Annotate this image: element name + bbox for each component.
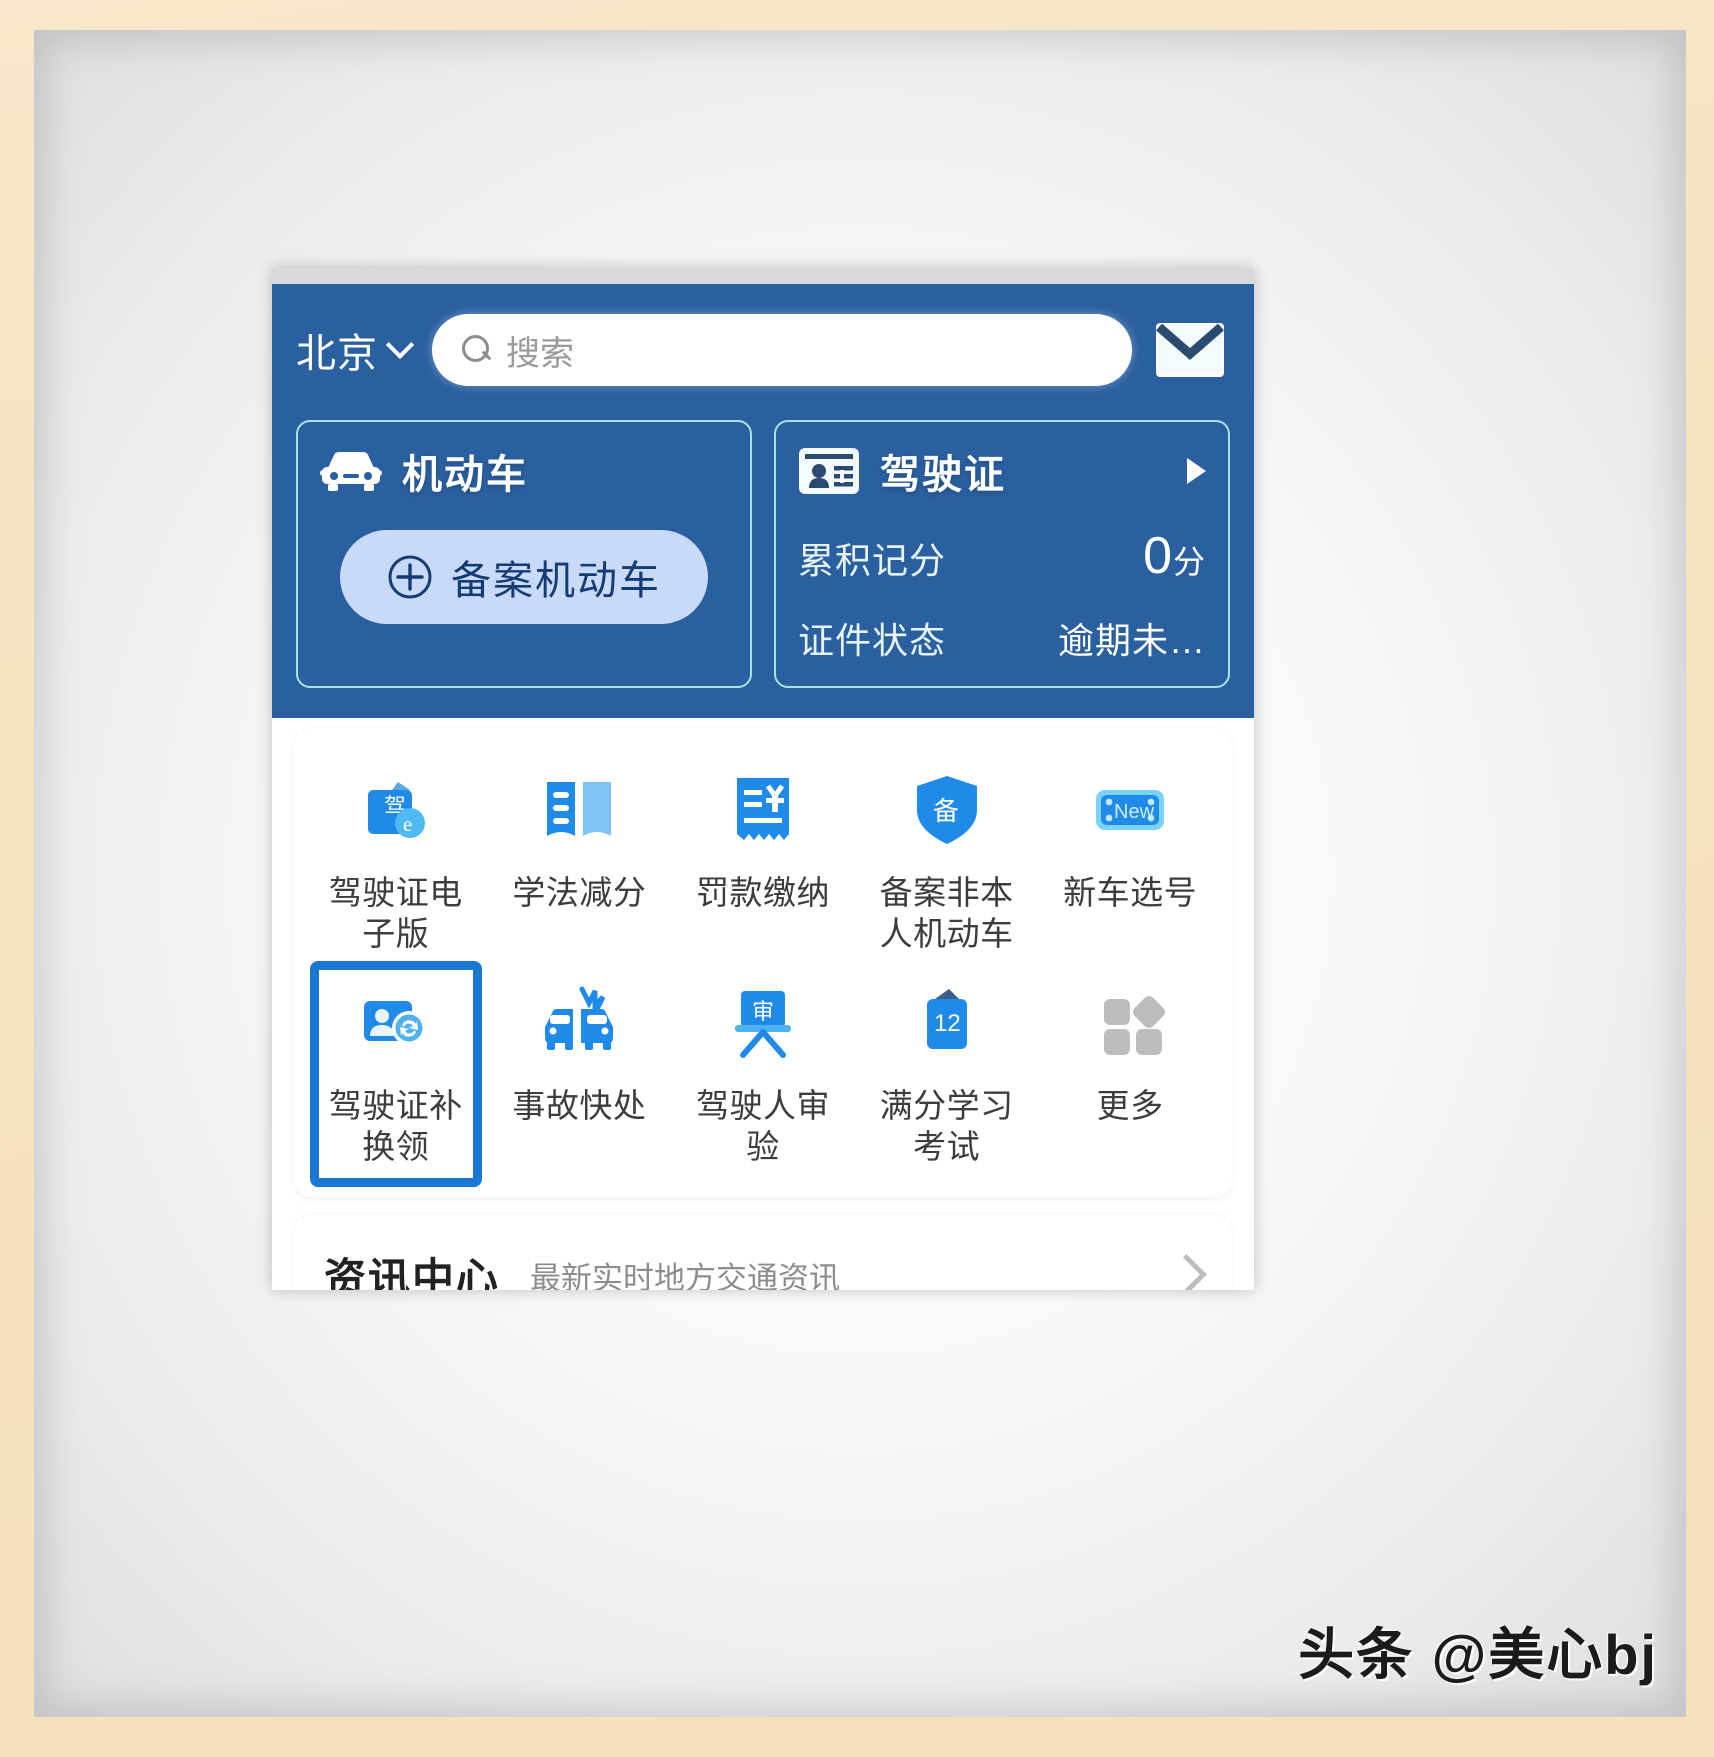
search-icon [462, 335, 492, 365]
grid-label: 驾驶人审验 [695, 1086, 830, 1165]
license-card-title: 驾驶证 [798, 442, 1206, 500]
grid-item-license-renew[interactable]: 驾驶证补换领 [304, 960, 488, 1187]
record-vehicle-label: 备案机动车 [451, 559, 661, 603]
booklet-12-icon: 12 [901, 977, 993, 1069]
svg-text:备: 备 [933, 796, 959, 826]
service-grid-row-2: 驾驶证补换领 事故快处 审 驾驶人审验 12 满分学习考试 更多 [304, 960, 1222, 1187]
grid-label: 事故快处 [512, 1086, 647, 1124]
search-placeholder: 搜索 [506, 334, 574, 373]
svg-text:审: 审 [752, 999, 774, 1024]
chevron-right-icon [1168, 1258, 1202, 1290]
svg-text:12: 12 [934, 1010, 961, 1037]
news-center-title: 资讯中心 [324, 1254, 501, 1291]
watermark: 头条 @美心bj [1298, 1623, 1658, 1686]
new-plate-icon: New [1084, 764, 1176, 856]
license-status-row: 证件状态 逾期未… [798, 612, 1206, 664]
grid-item-study-points[interactable]: 学法减分 [488, 756, 672, 969]
city-label: 北京 [296, 332, 378, 376]
summary-cards: 机动车 备案机动车 驾驶证 累积记分 0分 证件状态 逾期未… [272, 396, 1254, 718]
vehicle-card-label: 机动车 [402, 453, 528, 497]
grid-label: 学法减分 [512, 874, 647, 911]
news-center-bar[interactable]: 资讯中心 最新实时地方交通资讯 [294, 1215, 1232, 1290]
outer-photo-frame: 北京 搜索 机动车 备案机动车 驾驶证 累积记分 0分 证件状态 逾期未… 驾 … [0, 0, 1714, 1757]
service-grid-row-1: 驾 e 驾驶证电子版 学法减分 罚款缴纳 备 备案非本人机动车 New 新车选号 [304, 756, 1222, 969]
service-grid-panel: 驾 e 驾驶证电子版 学法减分 罚款缴纳 备 备案非本人机动车 New 新车选号… [294, 728, 1232, 1197]
phone-screenshot: 北京 搜索 机动车 备案机动车 驾驶证 累积记分 0分 证件状态 逾期未… 驾 … [272, 268, 1254, 1290]
receipt-yuan-icon [717, 764, 809, 856]
top-bar: 北京 搜索 [296, 304, 1230, 396]
search-input[interactable]: 搜索 [432, 314, 1132, 386]
grid-item-license-ebook[interactable]: 驾 e 驾驶证电子版 [304, 756, 488, 969]
shield-bei-icon: 备 [901, 764, 993, 856]
grid-label: 驾驶证电子版 [328, 874, 463, 953]
grid-item-new-plate[interactable]: New 新车选号 [1038, 756, 1222, 969]
car-icon [320, 452, 382, 491]
grid-item-accident-quick[interactable]: 事故快处 [488, 969, 672, 1182]
mail-button[interactable] [1150, 317, 1230, 383]
vehicle-card-title: 机动车 [320, 442, 728, 500]
license-status-value: 逾期未… [1057, 620, 1206, 661]
record-vehicle-button[interactable]: 备案机动车 [340, 530, 708, 624]
vehicle-card[interactable]: 机动车 备案机动车 [296, 420, 752, 688]
crash-cars-icon [533, 977, 625, 1069]
more-grid-icon [1084, 977, 1176, 1069]
app-header: 北京 搜索 [272, 284, 1254, 396]
grid-label: 更多 [1096, 1086, 1164, 1124]
plus-circle-icon [388, 555, 432, 599]
open-book-icon [533, 764, 625, 856]
license-points-unit: 分 [1172, 544, 1206, 580]
license-card[interactable]: 驾驶证 累积记分 0分 证件状态 逾期未… [774, 420, 1230, 688]
grid-label: 满分学习考试 [879, 1086, 1014, 1165]
grid-label: 新车选号 [1063, 874, 1198, 911]
grid-item-driver-review[interactable]: 审 驾驶人审验 [671, 969, 855, 1182]
grid-item-full-score-exam[interactable]: 12 满分学习考试 [855, 969, 1039, 1182]
news-center-subtitle: 最新实时地方交通资讯 [530, 1260, 841, 1291]
svg-text:New: New [1114, 801, 1155, 823]
license-ebook-icon: 驾 e [350, 764, 442, 856]
screenshot-top-strip [272, 268, 1254, 284]
license-points-label: 累积记分 [798, 540, 947, 581]
city-selector[interactable]: 北京 [296, 321, 414, 379]
chevron-down-icon [388, 333, 414, 359]
triangle-right-icon[interactable] [1187, 458, 1206, 484]
license-status-label: 证件状态 [798, 620, 947, 661]
grid-item-more[interactable]: 更多 [1038, 969, 1222, 1182]
license-points-number: 0 [1143, 527, 1173, 585]
easel-shen-icon: 审 [717, 977, 809, 1069]
grid-label: 驾驶证补换领 [328, 1086, 463, 1165]
grid-label: 备案非本人机动车 [879, 874, 1014, 953]
grid-label: 罚款缴纳 [695, 874, 830, 911]
license-card-label: 驾驶证 [880, 453, 1006, 497]
envelope-icon [1156, 323, 1224, 377]
license-points-value: 0分 [1143, 526, 1206, 586]
license-points-row: 累积记分 0分 [798, 526, 1206, 586]
svg-text:e: e [403, 812, 412, 836]
grid-item-fine-payment[interactable]: 罚款缴纳 [671, 756, 855, 969]
id-card-icon [799, 448, 859, 494]
license-renew-icon [350, 977, 442, 1069]
grid-item-record-other-vehicle[interactable]: 备 备案非本人机动车 [855, 756, 1039, 969]
